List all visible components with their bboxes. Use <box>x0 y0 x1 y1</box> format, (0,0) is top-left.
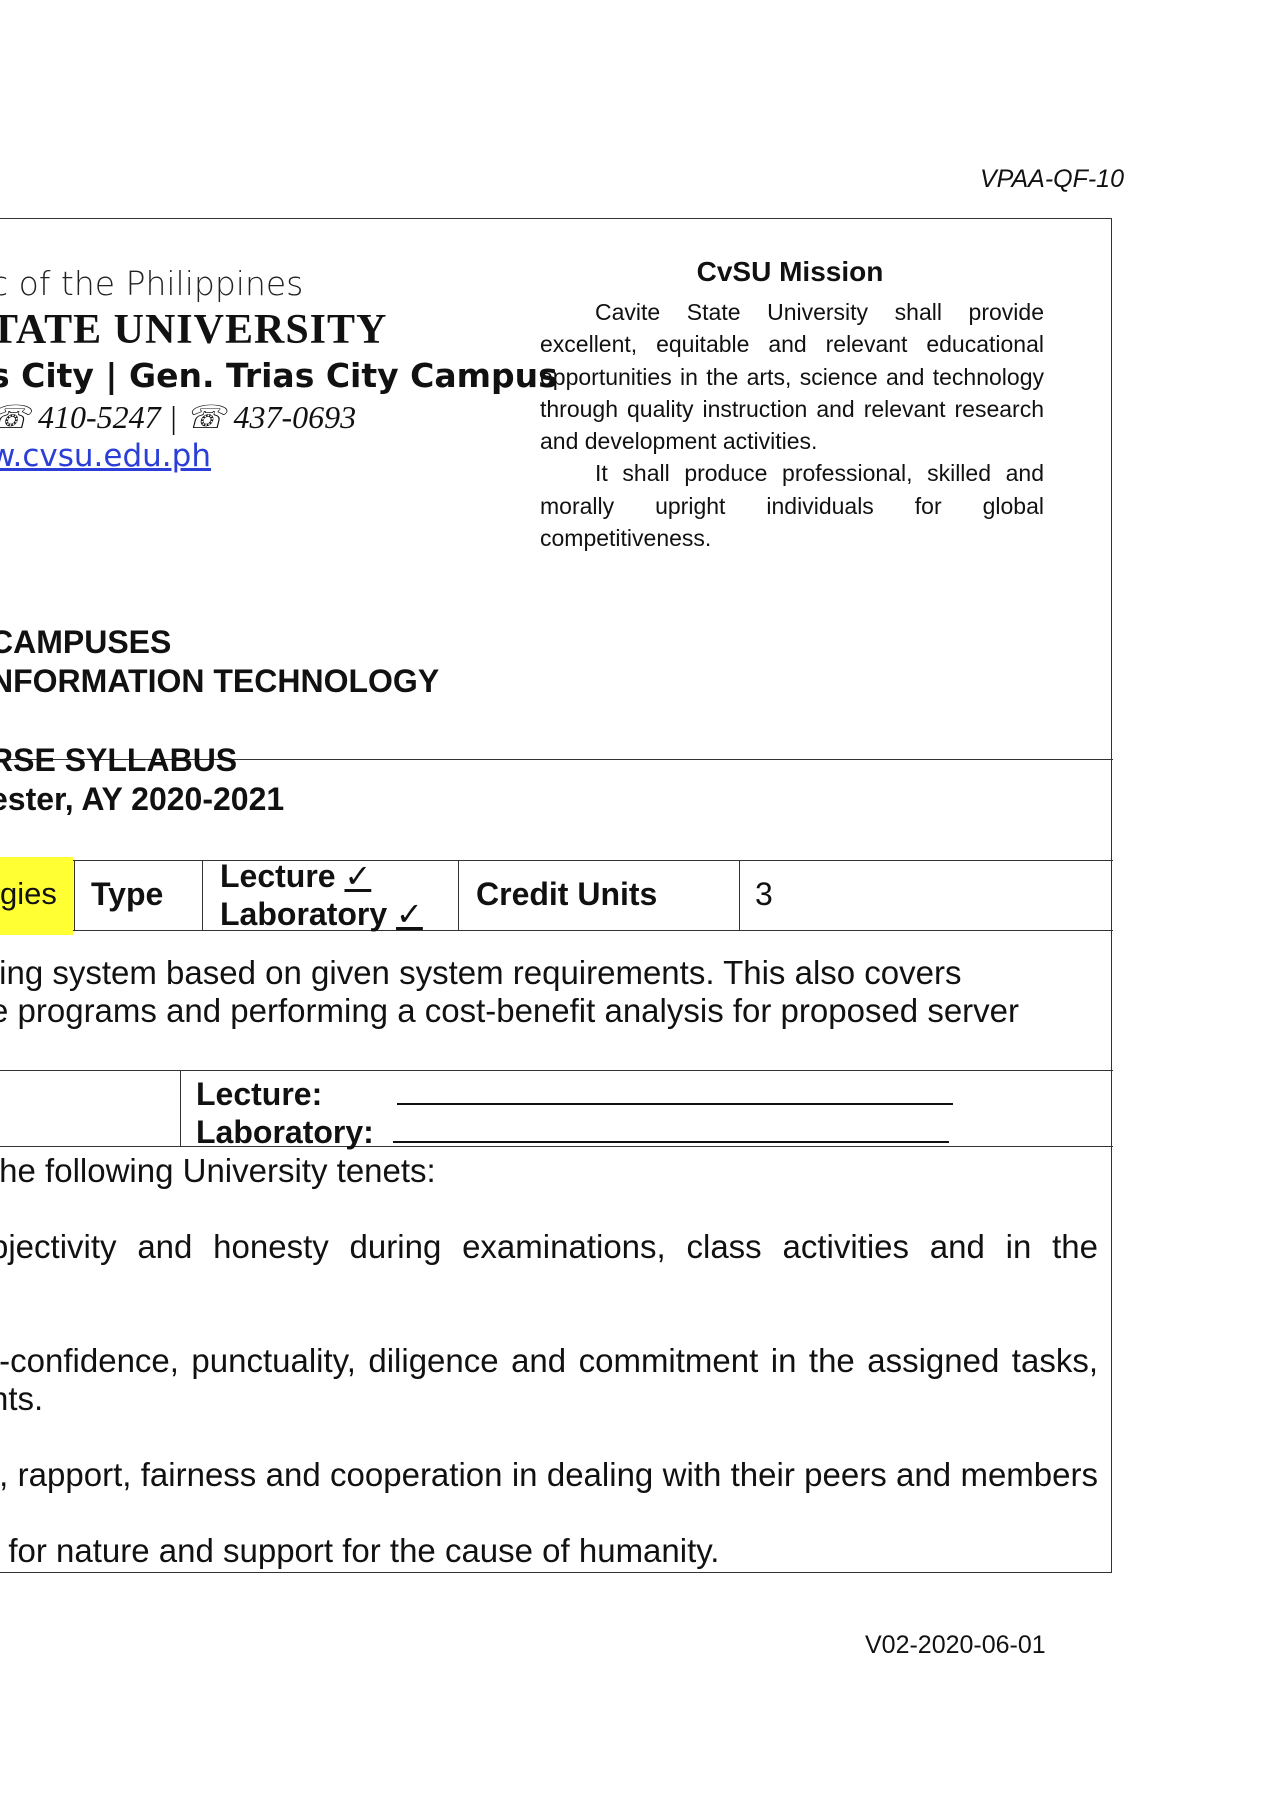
mission-text: Cavite State University shall provide ex… <box>540 296 1044 554</box>
college-heading: NFORMATION TECHNOLOGY <box>0 663 440 699</box>
tenet-item-3: t, rapport, fairness and cooperation in … <box>0 1456 1098 1493</box>
consultation-hours: Lecture: Laboratory: <box>196 1075 954 1151</box>
syllabus-title: RSE SYLLABUS <box>0 742 238 778</box>
divider-type-check <box>202 860 203 930</box>
credit-units-value: 3 <box>755 876 773 912</box>
campus-line: s City | Gen. Trias City Campus <box>0 356 558 395</box>
lecture-consult-label: Lecture: <box>196 1076 323 1112</box>
lecture-consult-row: Lecture: <box>196 1075 954 1113</box>
lecture-type-row: Lecture ✓ <box>220 857 423 895</box>
tenet-item-4: t for nature and support for the cause o… <box>0 1532 720 1569</box>
university-name: TATE UNIVERSITY <box>0 307 388 353</box>
course-type-checks: Lecture ✓ Laboratory ✓ <box>220 857 423 933</box>
divider-title-type <box>74 860 75 930</box>
lecture-check-mark: ✓ <box>344 858 372 894</box>
course-description: ting system based on given system requir… <box>0 954 1019 1030</box>
divider-credit-value <box>739 860 740 930</box>
laboratory-consult-row: Laboratory: <box>196 1113 953 1151</box>
lecture-consult-blank[interactable] <box>397 1102 954 1105</box>
tenets-intro: the following University tenets: <box>0 1152 436 1189</box>
laboratory-type-row: Laboratory ✓ <box>220 895 423 933</box>
mission-paragraph-2: It shall produce professional, skilled a… <box>540 460 1044 552</box>
form-code: VPAA-QF-10 <box>979 165 1124 193</box>
type-label: Type <box>91 876 164 912</box>
divider-check-credit <box>458 860 459 930</box>
divider-consult <box>180 1070 181 1146</box>
phone-numbers: ☏ 410-5247 | ☏ 437-0693 <box>0 399 357 435</box>
lecture-type-label: Lecture <box>220 858 336 894</box>
laboratory-consult-label: Laboratory: <box>196 1114 374 1150</box>
laboratory-type-label: Laboratory <box>220 896 388 932</box>
mission-paragraph-1: Cavite State University shall provide ex… <box>540 299 1044 455</box>
divider-syllabus <box>0 860 1113 861</box>
mission-title: CvSU Mission <box>696 256 884 287</box>
tenet-item-2: f-confidence, punctuality, diligence and… <box>0 1342 1098 1379</box>
version-code: V02-2020-06-01 <box>865 1631 1046 1659</box>
campuses-heading: CAMPUSES <box>0 624 172 660</box>
website-link[interactable]: w.cvsu.edu.ph <box>0 438 211 474</box>
divider-course-row <box>0 930 1113 931</box>
credit-units-label: Credit Units <box>476 876 658 912</box>
republic-line: c of the Philippines <box>0 264 304 303</box>
description-line-1: ting system based on given system requir… <box>0 954 962 991</box>
semester-line: ester, AY 2020-2021 <box>0 781 285 817</box>
tenet-item-1: pjectivity and honesty during examinatio… <box>0 1228 1098 1265</box>
divider-description <box>0 1070 1113 1071</box>
description-line-2: e programs and performing a cost-benefit… <box>0 992 1020 1029</box>
laboratory-check-mark: ✓ <box>396 896 423 932</box>
university-tenets: the following University tenets: pjectiv… <box>0 1152 1098 1570</box>
tenet-item-2-cont: nts. <box>0 1380 44 1417</box>
laboratory-consult-blank[interactable] <box>392 1140 949 1143</box>
course-title-fragment: gies <box>0 876 57 911</box>
